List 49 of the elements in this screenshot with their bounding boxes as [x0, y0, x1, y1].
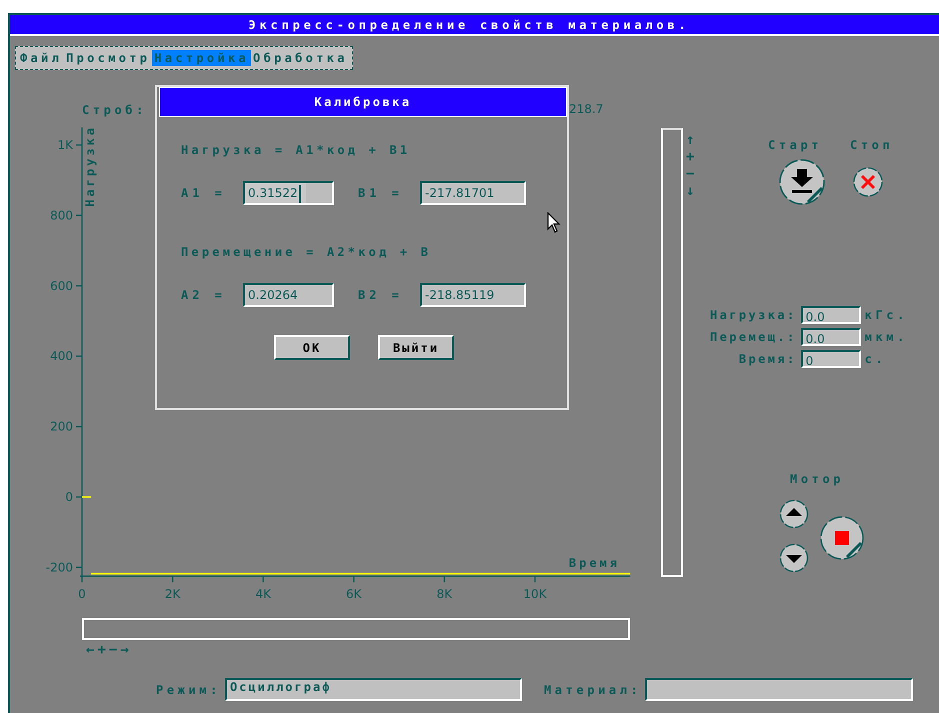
dialog-button[interactable]: OK — [274, 335, 350, 360]
x-tick-label: 2K — [164, 587, 180, 600]
coefficient-field[interactable]: -217.81701 — [420, 181, 526, 205]
readout-field[interactable]: 0 — [800, 350, 861, 368]
readout-field[interactable]: 0.0 — [800, 306, 861, 324]
stop-label: Стоп — [850, 138, 894, 152]
menu-item[interactable]: Просмотр — [64, 50, 152, 66]
x-tick-label: 8K — [436, 587, 452, 600]
coefficient-label: A2 = — [181, 288, 227, 302]
y-tick-label: 600 — [50, 278, 73, 293]
menu-item[interactable]: Файл — [18, 50, 64, 66]
dialog-title: Калибровка — [159, 87, 567, 117]
coefficient-field[interactable]: 0.31522 — [243, 181, 334, 205]
strobe-value: 218.7 — [569, 102, 604, 116]
y-tick-label: 400 — [50, 349, 73, 364]
y-tick-label: 0 — [65, 490, 73, 504]
window-title: Экспресс-определение свойств материалов. — [10, 15, 939, 36]
x-tick-label: 10K — [523, 587, 547, 600]
readout-label: Нагрузка: — [710, 308, 797, 322]
coefficient-label: B1 = — [358, 186, 404, 200]
dialog-button[interactable]: Выйти — [378, 335, 454, 360]
coefficient-label: A1 = — [181, 186, 227, 200]
motor-label: Мотор — [790, 472, 844, 486]
mode-field[interactable]: Осциллограф — [224, 678, 522, 701]
formula-text: Нагрузка = A1*код + B1 — [181, 143, 412, 157]
formula-text: Перемещение = A2*код + B — [181, 245, 432, 259]
x-tick-label: 4K — [255, 587, 271, 600]
y-tick-label: 200 — [50, 420, 73, 434]
unit-label: кГс. — [864, 308, 908, 322]
y-axis-title: Нагрузка — [83, 125, 97, 207]
unit-label: с. — [864, 352, 888, 366]
coefficient-field[interactable]: 0.20264 — [243, 283, 334, 307]
unit-label: мкм. — [864, 330, 908, 344]
menu-item[interactable]: Обработка — [251, 50, 350, 66]
readout-label: Перемещ.: — [710, 330, 797, 344]
y-tick-label: 800 — [50, 208, 73, 222]
mode-label: Режим: — [156, 682, 221, 696]
y-tick-label: -200 — [46, 560, 73, 574]
readout-field[interactable]: 0.0 — [800, 328, 861, 346]
material-label: Материал: — [544, 682, 642, 696]
strobe-label: Строб: — [82, 103, 147, 117]
x-axis-title: Время — [568, 556, 620, 570]
coefficient-label: B2 = — [358, 288, 404, 302]
readout-label: Время: — [738, 352, 797, 366]
coefficient-field[interactable]: -218.85119 — [420, 283, 526, 307]
start-label: Старт — [768, 138, 822, 152]
x-tick-label: 0 — [78, 587, 86, 600]
x-tick-label: 6K — [346, 587, 362, 600]
y-tick-label: 1K — [57, 138, 73, 152]
